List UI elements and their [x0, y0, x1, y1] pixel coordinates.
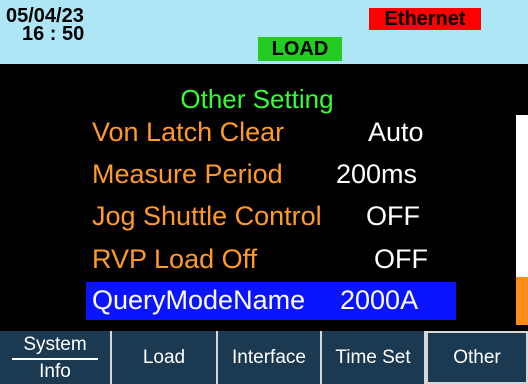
softkey-label: Load	[142, 347, 186, 368]
scrollbar-thumb[interactable]	[516, 277, 528, 325]
setting-value: 2000A	[340, 285, 419, 315]
softkey-load[interactable]: Load	[112, 331, 218, 384]
load-mode-indicator: LOAD	[258, 37, 342, 61]
setting-label: QueryModeName	[92, 285, 306, 315]
setting-label: Measure Period	[92, 159, 283, 189]
setting-von-latch-clear[interactable]: Von Latch Clear Auto	[92, 114, 452, 150]
softkey-other[interactable]: Other	[426, 331, 528, 384]
setting-measure-period[interactable]: Measure Period 200ms	[92, 156, 452, 192]
setting-value: OFF	[366, 201, 420, 231]
softkey-label: Info	[39, 361, 71, 382]
setting-value: Auto	[368, 117, 424, 147]
setting-query-mode-name[interactable]: QueryModeName 2000A	[86, 282, 456, 320]
setting-value: 200ms	[336, 159, 418, 189]
softkey-time-set[interactable]: Time Set	[322, 331, 426, 384]
setting-label: RVP Load Off	[92, 244, 258, 274]
softkey-label: Other	[453, 347, 501, 368]
softkey-label: System	[23, 334, 87, 355]
scrollbar[interactable]	[516, 115, 528, 325]
setting-label: Jog Shuttle Control	[92, 201, 322, 231]
ethernet-indicator: Ethernet	[369, 8, 481, 30]
softkey-label: Time Set	[335, 347, 411, 368]
setting-rvp-load-off[interactable]: RVP Load Off OFF	[92, 241, 452, 277]
softkey-divider	[12, 358, 98, 360]
status-bar: 05/04/23 16 : 50 Ethernet LOAD	[0, 0, 528, 64]
setting-jog-shuttle-control[interactable]: Jog Shuttle Control OFF	[92, 198, 452, 234]
page-title: Other Setting	[180, 84, 334, 114]
softkey-interface[interactable]: Interface	[218, 331, 322, 384]
setting-value: OFF	[374, 244, 428, 274]
softkey-bar: System Info Load Interface Time Set Othe…	[0, 331, 528, 384]
softkey-label: Interface	[232, 347, 306, 368]
setting-label: Von Latch Clear	[92, 117, 285, 147]
softkey-system-info[interactable]: System Info	[0, 331, 112, 384]
time-display: 16 : 50	[22, 23, 85, 45]
